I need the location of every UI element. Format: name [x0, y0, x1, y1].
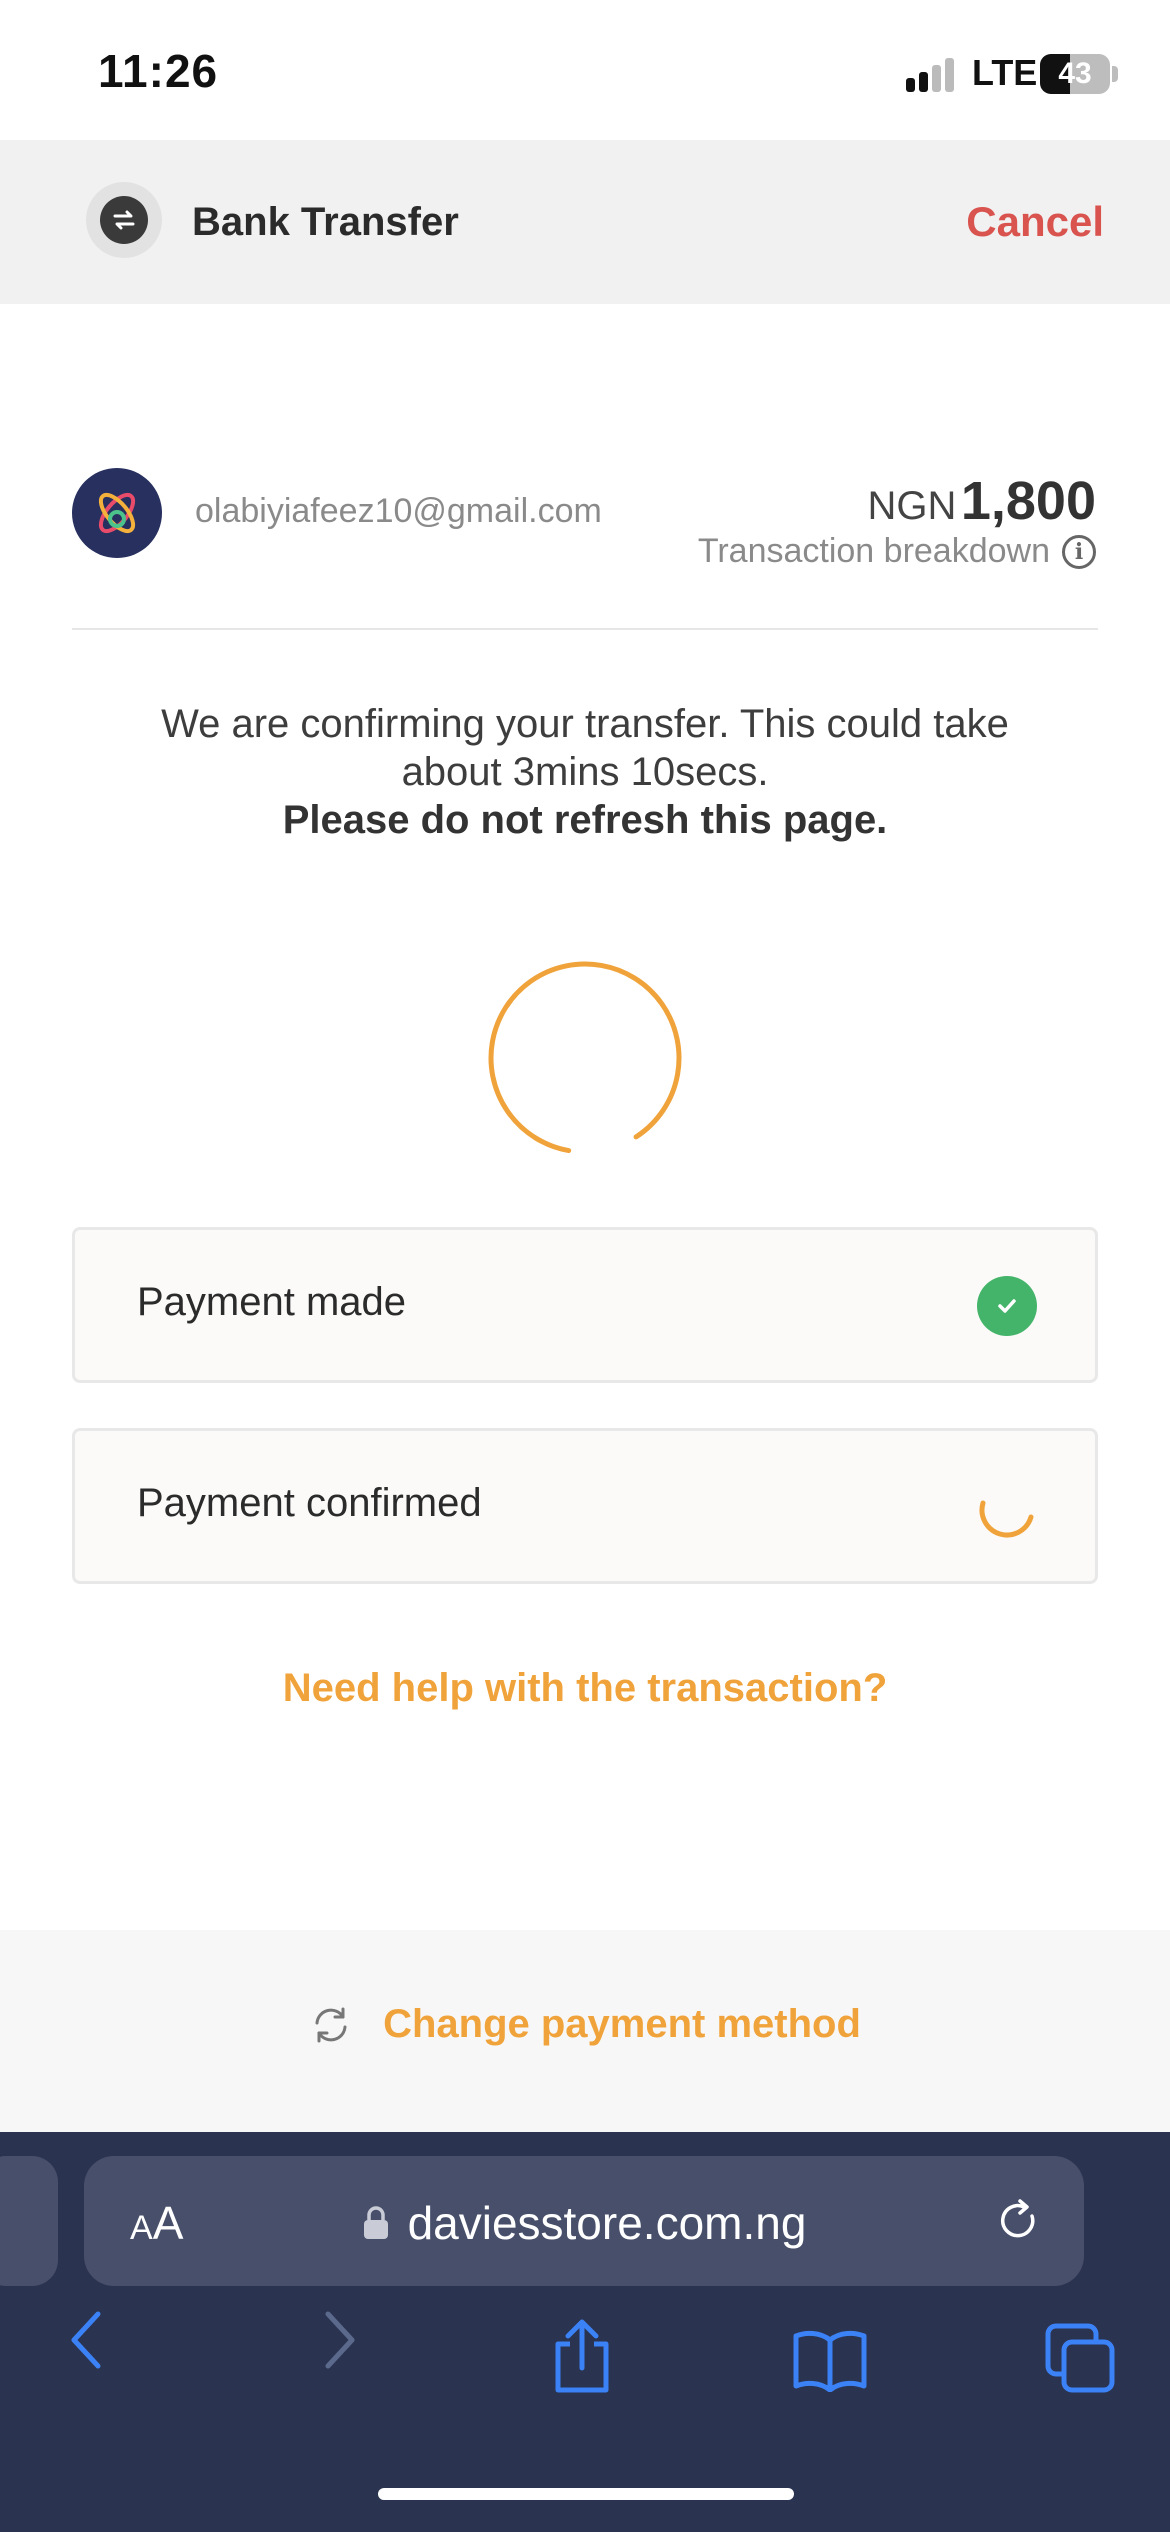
- divider: [72, 628, 1098, 630]
- breakdown-label: Transaction breakdown: [697, 532, 1050, 570]
- page-title: Bank Transfer: [192, 200, 459, 244]
- transfer-icon: [86, 182, 162, 258]
- checkout-footer: Change payment method: [0, 1930, 1170, 2132]
- message-warning: Please do not refresh this page.: [282, 798, 888, 842]
- status-bar: 11:26 LTE 43: [0, 0, 1170, 140]
- battery-level: 43: [1058, 57, 1092, 90]
- help-link[interactable]: Need help with the transaction?: [0, 1666, 1170, 1711]
- transaction-breakdown-link[interactable]: Transaction breakdown i: [698, 532, 1096, 571]
- merchant-logo: [72, 468, 162, 558]
- browser-toolbar: AA daviesstore.com.ng: [0, 2132, 1170, 2532]
- check-icon: [977, 1276, 1037, 1336]
- battery-tip: [1112, 66, 1118, 82]
- info-icon[interactable]: i: [1062, 534, 1096, 569]
- signal-icon: [906, 56, 958, 92]
- reload-icon[interactable]: [994, 2196, 1044, 2246]
- amount-value: 1,800: [960, 471, 1096, 531]
- refresh-icon: [315, 2007, 347, 2042]
- pending-spinner-icon: [979, 1500, 1034, 1538]
- change-method-label: Change payment method: [383, 2002, 861, 2046]
- url-text: daviesstore.com.ng: [407, 2197, 807, 2249]
- amount: NGN 1,800: [868, 470, 1096, 532]
- network-type: LTE: [972, 52, 1038, 93]
- message-line: We are confirming your transfer. This co…: [161, 702, 1009, 794]
- amount-currency: NGN: [867, 484, 957, 528]
- tabs-icon[interactable]: [1044, 2322, 1116, 2394]
- confirmation-message: We are confirming your transfer. This co…: [150, 700, 1020, 844]
- share-icon[interactable]: [550, 2318, 614, 2394]
- previous-tab-preview[interactable]: [0, 2156, 58, 2286]
- change-payment-method-button[interactable]: Change payment method: [0, 2002, 1170, 2047]
- step-label: Payment made: [137, 1280, 407, 1324]
- step-payment-made: Payment made: [72, 1227, 1098, 1383]
- url-display[interactable]: daviesstore.com.ng: [84, 2196, 1084, 2250]
- lock-icon: [363, 2206, 388, 2239]
- step-label: Payment confirmed: [137, 1481, 482, 1525]
- forward-icon[interactable]: [316, 2308, 360, 2372]
- customer-email: olabiyiafeez10@gmail.com: [195, 492, 602, 530]
- home-indicator: [378, 2488, 794, 2500]
- status-time: 11:26: [98, 45, 219, 97]
- battery-icon: 43: [1040, 54, 1110, 94]
- checkout-header: Bank Transfer Cancel: [0, 140, 1170, 304]
- bookmarks-icon[interactable]: [792, 2328, 868, 2392]
- cancel-button[interactable]: Cancel: [966, 198, 1104, 246]
- back-icon[interactable]: [66, 2308, 110, 2372]
- loading-spinner: [488, 961, 682, 1155]
- address-bar[interactable]: AA daviesstore.com.ng: [84, 2156, 1084, 2286]
- step-payment-confirmed: Payment confirmed: [72, 1428, 1098, 1584]
